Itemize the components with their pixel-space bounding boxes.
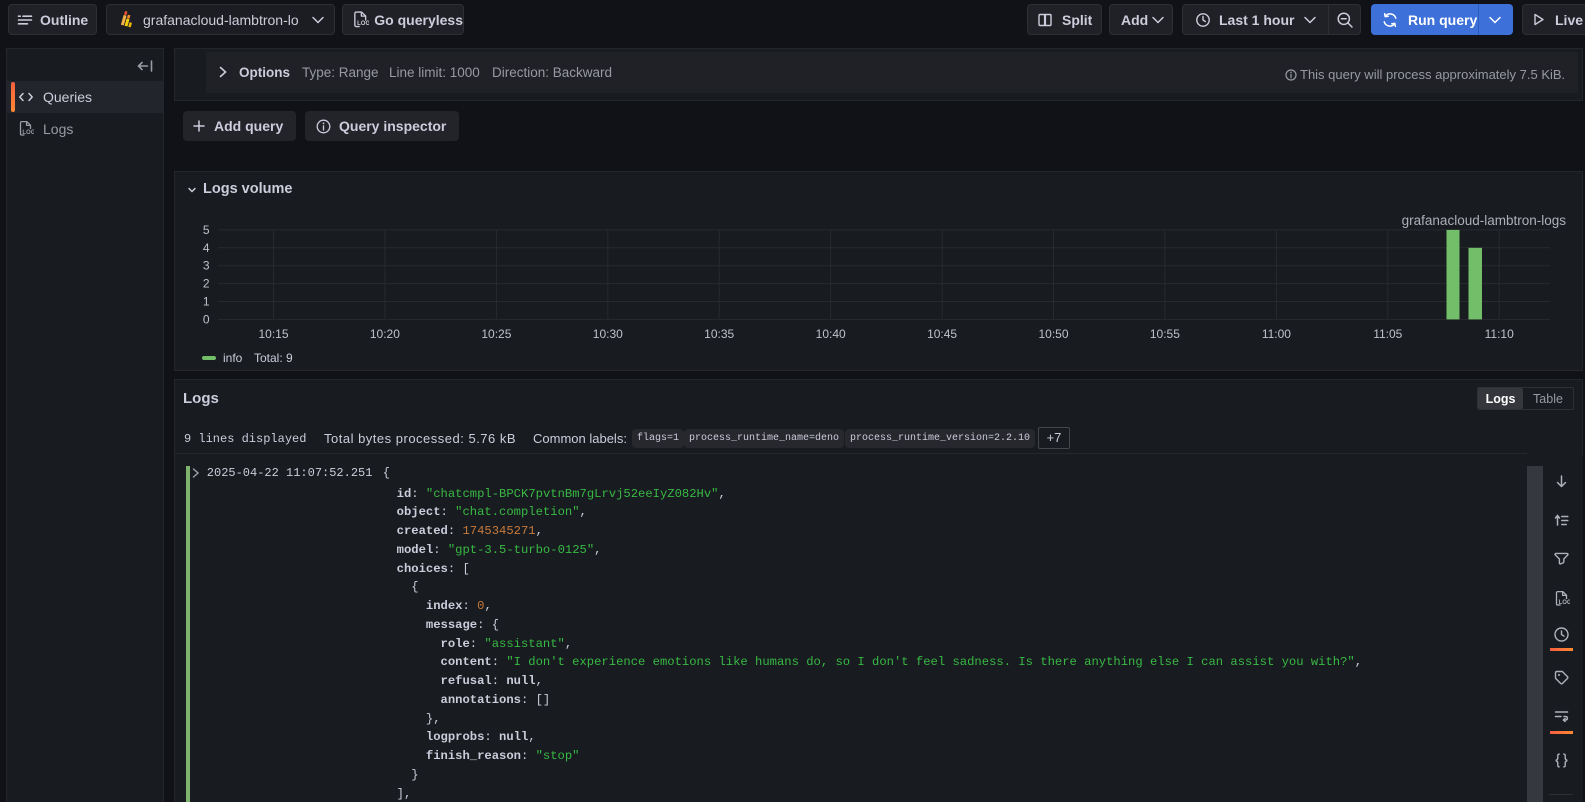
- svg-text:10:15: 10:15: [258, 327, 288, 341]
- svg-text:11:10: 11:10: [1485, 327, 1514, 341]
- svg-text:10:20: 10:20: [370, 327, 400, 341]
- svg-text:1: 1: [203, 295, 210, 309]
- svg-text:3: 3: [203, 259, 210, 273]
- svg-text:10:30: 10:30: [593, 327, 623, 341]
- svg-text:10:50: 10:50: [1038, 327, 1068, 341]
- svg-text:5: 5: [203, 223, 210, 237]
- svg-text:10:25: 10:25: [481, 327, 511, 341]
- svg-text:10:40: 10:40: [816, 327, 846, 341]
- svg-text:10:35: 10:35: [704, 327, 734, 341]
- svg-text:2: 2: [203, 277, 210, 291]
- svg-text:4: 4: [203, 241, 210, 255]
- svg-text:LOG: LOG: [1559, 600, 1570, 606]
- svg-text:11:00: 11:00: [1262, 327, 1291, 341]
- svg-text:11:05: 11:05: [1373, 327, 1402, 341]
- svg-text:LOG: LOG: [357, 21, 369, 27]
- svg-text:10:55: 10:55: [1150, 327, 1180, 341]
- svg-text:LOG: LOG: [22, 130, 34, 136]
- svg-text:10:45: 10:45: [927, 327, 957, 341]
- svg-text:0: 0: [203, 312, 210, 326]
